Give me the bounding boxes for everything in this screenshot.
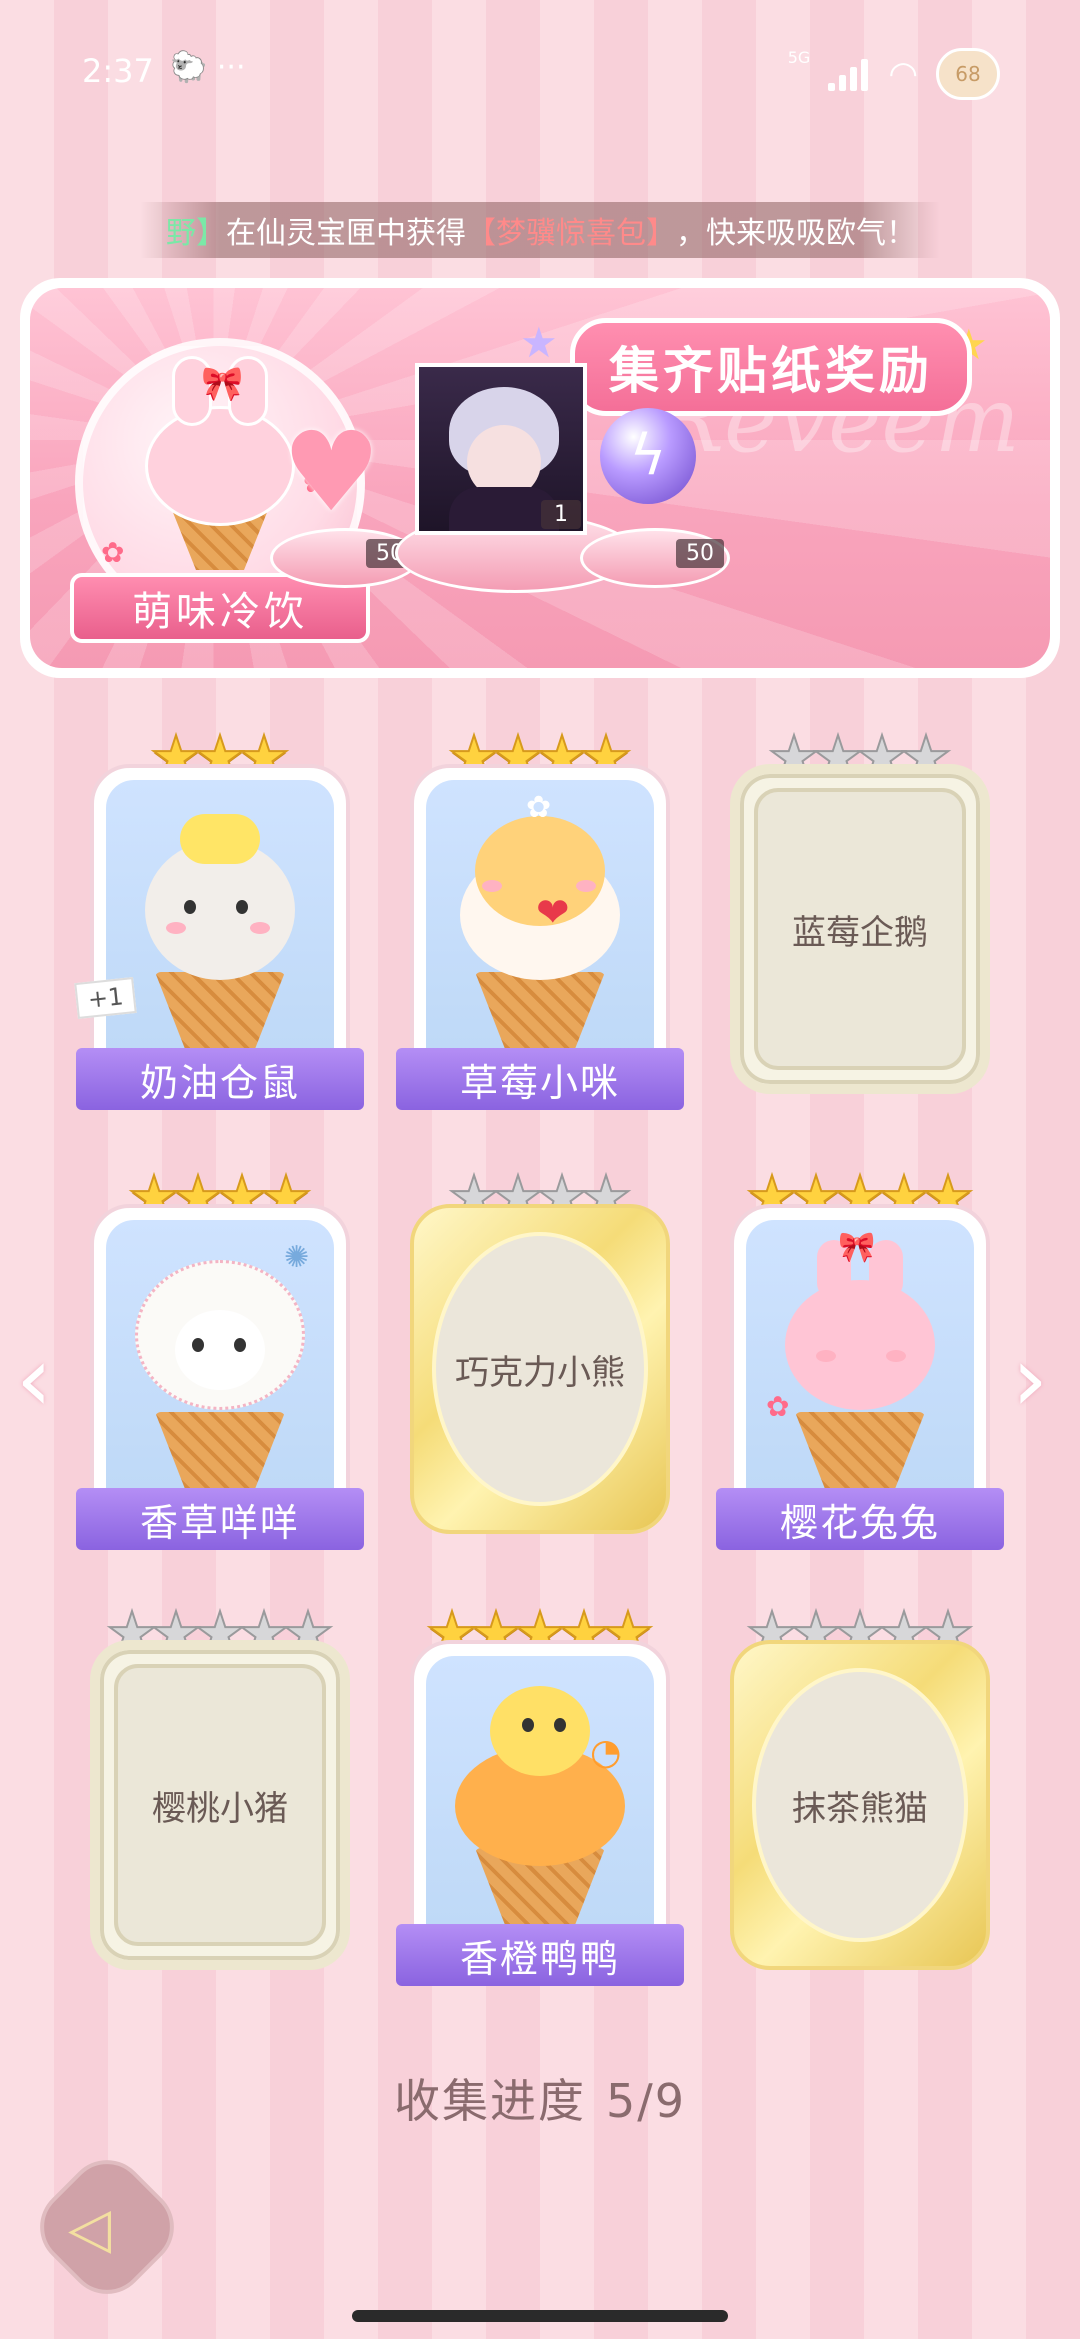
- flower-icon: ✿: [526, 790, 552, 825]
- lightning-orb-icon: ϟ: [600, 408, 696, 504]
- back-arrow-icon: ◁: [68, 2196, 112, 2261]
- sticker-name: 巧克力小熊: [455, 1352, 625, 1393]
- progress-label: 收集进度: [393, 2074, 586, 2128]
- sticker-card[interactable]: ★ ★ ★ ★ ❤ ✿ 草莓小咪: [396, 722, 684, 1110]
- signal-icon: [828, 57, 870, 91]
- sticker-name: 樱花兔兔: [716, 1488, 1004, 1550]
- sticker-card-locked[interactable]: ★ ★ ★ ★ ★ 抹茶熊猫: [730, 1598, 990, 1978]
- sticker-card[interactable]: ★ ★ ★ +1 奶油仓鼠: [74, 722, 364, 1110]
- flower-icon: ✿: [101, 536, 125, 569]
- ticker-item: 【梦骥惊喜包】: [466, 216, 676, 251]
- sticker-card-locked[interactable]: ★ ★ ★ ★ 巧克力小熊: [410, 1162, 670, 1542]
- sticker-art: ◔: [426, 1656, 654, 1954]
- ticker-suffix: ，快来吸吸欧气！: [676, 216, 916, 251]
- orange-slice-icon: ◔: [590, 1732, 622, 1773]
- bow-icon: 🎀: [838, 1230, 876, 1265]
- sticker-art: 🎀 ✿: [746, 1220, 974, 1518]
- sticker-card-locked[interactable]: ★ ★ ★ ★ 蓝莓企鹅: [730, 722, 990, 1102]
- sticker-name: 香橙鸭鸭: [396, 1924, 684, 1986]
- progress-value: 5/9: [605, 2074, 687, 2128]
- status-extra-icons: 🐑 ···: [170, 50, 246, 85]
- sticker-name: 香草咩咩: [76, 1488, 364, 1550]
- status-bar: 2:37 🐑 ··· 5G ◠ 68: [0, 0, 1080, 140]
- sticker-card-locked[interactable]: ★ ★ ★ ★ ★ 樱桃小猪: [90, 1598, 350, 1978]
- sticker-name: 奶油仓鼠: [76, 1048, 364, 1110]
- next-page-arrow[interactable]: ›: [1012, 1335, 1062, 1425]
- sticker-art: ✺: [106, 1220, 334, 1518]
- reward-energy[interactable]: ϟ 50: [580, 408, 730, 588]
- network-label: 5G: [787, 48, 811, 67]
- duplicate-badge: +1: [74, 976, 138, 1020]
- bow-icon: 🎀: [201, 364, 244, 404]
- reward-count: 50: [676, 539, 724, 568]
- sticker-card[interactable]: ★ ★ ★ ★ ★ ◔ 香橙鸭鸭: [396, 1598, 684, 1986]
- character-portrait: 1: [415, 363, 587, 535]
- reward-banner: Reveem ★ ★ 集齐贴纸奖励 🎀 ✿ ✿ 萌味冷饮 ♥ 50: [20, 278, 1060, 678]
- sticker-name: 樱桃小猪: [152, 1788, 288, 1829]
- battery-icon: 68: [936, 48, 1000, 100]
- strawberry-icon: ❤: [536, 890, 570, 936]
- status-time: 2:37: [82, 52, 154, 90]
- firework-icon: ✺: [284, 1240, 310, 1275]
- ticker-middle: 在仙灵宝匣中获得: [226, 216, 466, 251]
- prev-page-arrow[interactable]: ‹: [16, 1335, 66, 1425]
- sticker-name: 抹茶熊猫: [792, 1788, 928, 1829]
- ticker-prefix: 野】: [166, 216, 226, 251]
- home-indicator[interactable]: [352, 2310, 728, 2322]
- sticker-card[interactable]: ★ ★ ★ ★ ★ 🎀 ✿ 樱花兔兔: [716, 1162, 1004, 1550]
- announcement-ticker: 野】 在仙灵宝匣中获得 【梦骥惊喜包】 ，快来吸吸欧气！: [140, 202, 940, 258]
- sticker-art: [106, 780, 334, 1078]
- sticker-name: 蓝莓企鹅: [792, 912, 928, 953]
- flower-icon: ✿: [766, 1390, 790, 1423]
- sticker-card[interactable]: ★ ★ ★ ★ ✺ 香草咩咩: [76, 1162, 364, 1550]
- wifi-icon: ◠: [888, 54, 918, 94]
- collection-progress: 收集进度 5/9: [0, 2065, 1080, 2131]
- sticker-art: ❤ ✿: [426, 780, 654, 1078]
- pink-heart-gem-icon: ♥: [282, 408, 381, 536]
- sticker-name: 草莓小咪: [396, 1048, 684, 1110]
